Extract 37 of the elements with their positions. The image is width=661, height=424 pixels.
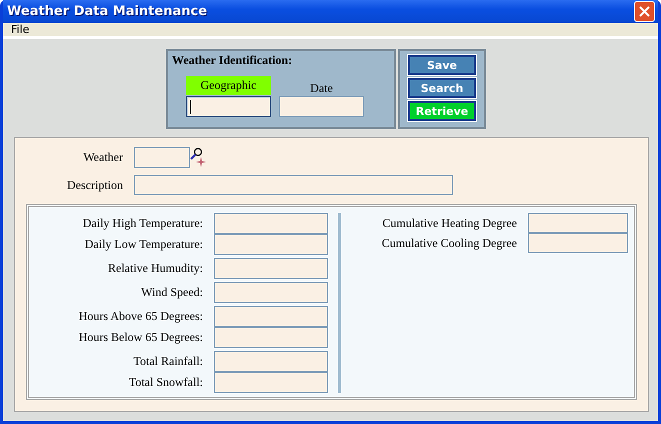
lookup-icon[interactable] — [190, 146, 208, 166]
field-label: Cumulative Cooling Degree — [380, 236, 517, 250]
input-field[interactable] — [279, 96, 364, 117]
input-field[interactable] — [214, 351, 328, 372]
field-label: Description — [66, 178, 123, 192]
field-label: Total Rainfall: — [132, 354, 203, 369]
input-field[interactable] — [528, 213, 628, 233]
input-field[interactable] — [214, 372, 328, 393]
field-label: Total Snowfall: — [128, 375, 203, 390]
close-icon — [639, 6, 650, 17]
input-field[interactable] — [214, 306, 328, 327]
field-label: Hours Above 65 Degrees: — [78, 309, 203, 324]
input-field[interactable] — [214, 258, 328, 279]
action-button[interactable]: Save — [408, 55, 476, 75]
menu-item[interactable]: File — [8, 22, 32, 36]
close-button[interactable] — [634, 0, 655, 22]
field-label: Geographic — [186, 76, 271, 95]
input-field[interactable] — [214, 327, 328, 348]
input-field[interactable] — [528, 233, 628, 253]
window-title: Weather Data Maintenance — [7, 4, 208, 19]
field-label: Weather — [82, 150, 123, 164]
input-field[interactable] — [214, 234, 328, 255]
field-label: Cumulative Heating Degree — [381, 216, 517, 230]
action-button[interactable]: Search — [408, 78, 476, 98]
panel-title: Weather Identification: — [172, 53, 294, 68]
field-label: Relative Humudity: — [107, 261, 203, 276]
field-label: Daily High Temperature: — [82, 216, 203, 231]
input-field[interactable] — [214, 282, 328, 303]
field-label: Hours Below 65 Degrees: — [78, 330, 203, 345]
input-field[interactable] — [134, 146, 190, 168]
field-label: Wind Speed: — [140, 285, 203, 300]
input-field[interactable] — [134, 175, 453, 195]
action-button[interactable]: Retrieve — [408, 101, 476, 121]
input-field[interactable] — [214, 213, 328, 234]
input-field[interactable] — [186, 96, 271, 117]
field-label: Date — [309, 80, 334, 95]
field-label: Daily Low Temperature: — [84, 237, 203, 252]
